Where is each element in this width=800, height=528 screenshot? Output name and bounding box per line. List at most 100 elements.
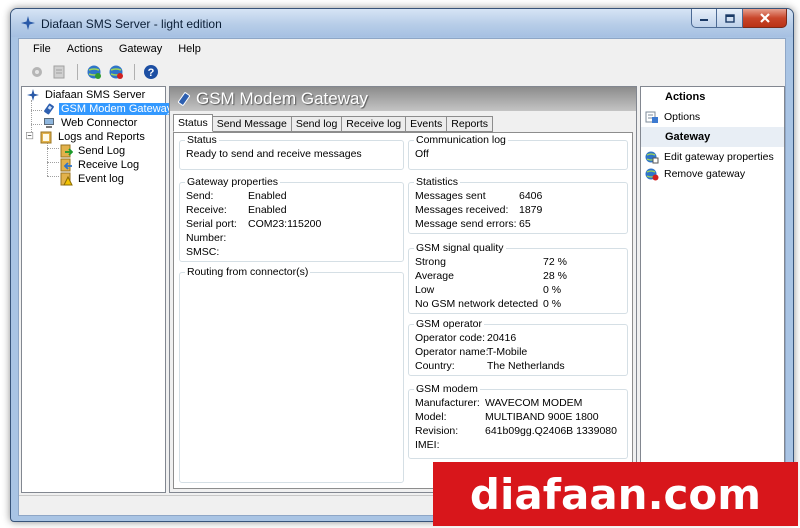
statistics-key: Message send errors:	[415, 218, 517, 230]
actions-pane: Actions Options Gateway Edit gateway pro…	[640, 86, 785, 493]
globe-remove-icon	[109, 65, 123, 79]
group-title: Status	[185, 134, 219, 146]
operator-key: Country:	[415, 360, 455, 372]
document-button[interactable]	[49, 62, 69, 82]
modem-value: MULTIBAND 900E 1800	[485, 411, 599, 423]
modem-group: GSM modem Manufacturer: WAVECOM MODEM Mod…	[408, 383, 628, 459]
toolbar-separator	[134, 64, 135, 80]
modem-value: 641b09gg.Q2406B 1339080	[485, 425, 617, 437]
group-title: GSM modem	[414, 383, 480, 395]
maximize-button[interactable]	[717, 9, 743, 28]
close-button[interactable]	[743, 9, 787, 28]
communication-log-group: Communication log Off	[408, 134, 628, 170]
tree-line	[47, 162, 59, 163]
tree-item-send-log[interactable]: Send Log	[59, 144, 127, 158]
property-key: Serial port:	[186, 218, 237, 230]
expand-collapse-icon[interactable]	[26, 132, 36, 142]
menu-help[interactable]: Help	[170, 43, 209, 55]
modem-row: Model: MULTIBAND 900E 1800	[415, 411, 599, 425]
statistics-row: Messages received: 1879	[415, 204, 542, 218]
signal-value: 0 %	[543, 284, 562, 296]
toolbar-separator	[77, 64, 78, 80]
property-row: Number:	[186, 232, 248, 246]
edit-gateway-action[interactable]: Edit gateway properties	[645, 149, 774, 165]
tree-label: Web Connector	[61, 117, 138, 129]
action-label: Remove gateway	[664, 168, 746, 180]
action-label: Edit gateway properties	[664, 151, 774, 163]
help-icon: ?	[144, 65, 158, 79]
group-title: Routing from connector(s)	[185, 266, 311, 278]
group-title: Gateway properties	[185, 176, 281, 188]
tree-label: Diafaan SMS Server	[45, 89, 146, 101]
group-title: GSM signal quality	[414, 242, 506, 254]
gear-disabled-icon	[32, 67, 42, 77]
operator-row: Country: The Netherlands	[415, 360, 565, 374]
options-action[interactable]: Options	[645, 109, 700, 125]
operator-key: Operator name:	[415, 346, 489, 358]
group-title: Statistics	[414, 176, 461, 188]
signal-key: Low	[415, 284, 435, 296]
tab-reports[interactable]: Reports	[447, 116, 494, 132]
add-gateway-button[interactable]	[84, 62, 104, 82]
star-icon	[27, 89, 39, 101]
tab-events[interactable]: Events	[406, 116, 448, 132]
property-key: Send:	[186, 190, 214, 202]
property-key: Number:	[186, 232, 227, 244]
help-button[interactable]: ?	[141, 62, 161, 82]
minimize-button[interactable]	[691, 9, 717, 28]
window-controls	[691, 9, 787, 28]
property-key: SMSC:	[186, 246, 220, 258]
globe-add-icon	[87, 65, 101, 79]
property-value: Enabled	[248, 204, 287, 216]
modem-row: Revision: 641b09gg.Q2406B 1339080	[415, 425, 617, 439]
communication-log-value: Off	[415, 148, 429, 160]
panel-header: GSM Modem Gateway	[170, 87, 636, 111]
watermark-logo: diafaan.com	[433, 462, 798, 526]
window-title: Diafaan SMS Server - light edition	[41, 17, 222, 31]
maximize-icon	[724, 13, 735, 23]
gateway-heading: Gateway	[641, 127, 784, 147]
remove-gateway-button[interactable]	[106, 62, 126, 82]
statistics-value: 6406	[519, 190, 543, 202]
modem-row: IMEI:	[415, 439, 485, 453]
tree-item-receive-log[interactable]: Receive Log	[59, 158, 141, 172]
tab-receive-log[interactable]: Receive log	[342, 116, 407, 132]
gateway-panel: GSM Modem Gateway Status Send Message Se…	[169, 86, 637, 493]
status-group: Status Ready to send and receive message…	[179, 134, 404, 170]
navigation-tree: Diafaan SMS Server GSM Modem Gateway Web…	[21, 86, 175, 493]
menu-gateway[interactable]: Gateway	[111, 43, 170, 55]
gateway-properties-group: Gateway properties Send: Enabled Receive:…	[179, 176, 404, 262]
modem-row: Manufacturer: WAVECOM MODEM	[415, 397, 582, 411]
tree-item-gsm-modem-gateway[interactable]: GSM Modem Gateway	[42, 102, 175, 116]
remove-gateway-action[interactable]: Remove gateway	[645, 166, 745, 182]
tree-item-server[interactable]: Diafaan SMS Server	[26, 88, 147, 102]
svg-text:?: ?	[148, 67, 155, 79]
tree-item-event-log[interactable]: Event log	[59, 172, 126, 186]
menu-file[interactable]: File	[25, 43, 59, 55]
send-log-icon	[60, 144, 73, 158]
signal-key: Average	[415, 270, 454, 282]
property-row: SMSC:	[186, 246, 248, 260]
operator-value: 20416	[487, 332, 517, 344]
modem-icon	[44, 103, 54, 115]
tab-send-message[interactable]: Send Message	[212, 116, 292, 132]
action-label: Options	[664, 111, 701, 123]
tab-status[interactable]: Status	[173, 114, 213, 132]
app-star-icon	[21, 16, 35, 30]
tree-item-logs-and-reports[interactable]: Logs and Reports	[26, 130, 147, 144]
operator-group: GSM operator Operator code: 20416 Operato…	[408, 318, 628, 376]
tab-send-log[interactable]: Send log	[291, 116, 343, 132]
signal-key: Strong	[415, 256, 446, 268]
document-disabled-icon	[53, 65, 65, 79]
event-log-icon	[60, 172, 73, 186]
operator-value: T-Mobile	[487, 346, 528, 358]
statistics-group: Statistics Messages sent 6406 Messages re…	[408, 176, 628, 234]
computer-icon	[44, 118, 54, 128]
options-button[interactable]	[27, 62, 47, 82]
statistics-row: Message send errors: 65	[415, 218, 531, 232]
tree-item-web-connector[interactable]: Web Connector	[42, 116, 139, 130]
menu-actions[interactable]: Actions	[59, 43, 111, 55]
signal-value: 0 %	[543, 298, 562, 310]
close-icon	[759, 13, 770, 23]
title-bar[interactable]: Diafaan SMS Server - light edition	[11, 9, 793, 37]
